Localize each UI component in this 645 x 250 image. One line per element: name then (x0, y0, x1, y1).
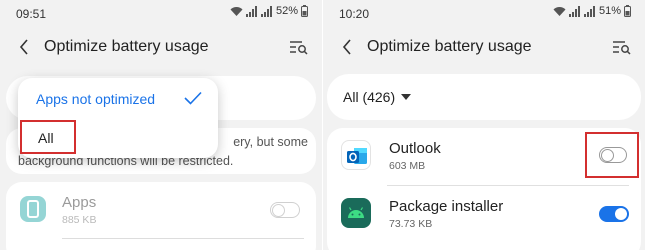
dropdown-option-all[interactable]: All (20, 120, 76, 154)
battery-percent: 51% (598, 5, 621, 17)
back-button[interactable] (335, 34, 359, 60)
filter-dropdown-button[interactable]: All (426) (343, 89, 412, 105)
app-name: Outlook (389, 140, 441, 157)
divider (62, 238, 304, 239)
back-arrow-icon (342, 39, 351, 55)
wifi-icon (553, 6, 566, 16)
signal-icon (245, 5, 257, 17)
app-bar: Optimize battery usage (323, 26, 645, 68)
back-arrow-icon (19, 39, 28, 55)
wifi-icon (230, 6, 243, 16)
list-item-package-installer[interactable]: Package installer 73.73 KB (327, 186, 641, 242)
search-list-icon (290, 41, 308, 55)
app-name: Package installer (389, 198, 504, 215)
search-list-icon (613, 41, 631, 55)
dropdown-option-apps-not-optimized[interactable]: Apps not optimized (18, 78, 218, 120)
back-button[interactable] (12, 34, 36, 60)
apps-list-card: Outlook 603 MB Package installer 73.73 K… (327, 128, 641, 250)
optimize-toggle[interactable] (599, 206, 629, 222)
list-item-outlook[interactable]: Outlook 603 MB (327, 128, 641, 184)
app-name: Apps (62, 194, 97, 211)
signal-icon (260, 5, 272, 17)
app-bar: Optimize battery usage (0, 26, 322, 68)
page-title: Optimize battery usage (44, 38, 209, 55)
status-time: 10:20 (339, 7, 370, 21)
battery-icon (624, 5, 631, 17)
optimize-toggle[interactable] (270, 202, 300, 218)
dropdown-option-label: All (38, 130, 54, 146)
status-bar: 10:20 51% (323, 0, 645, 26)
highlight-box (585, 132, 639, 178)
app-size: 885 KB (62, 214, 97, 226)
checkmark-icon (184, 91, 202, 105)
signal-icon (583, 5, 595, 17)
left-screen: 09:51 52% Optimize battery usage ery, bu… (0, 0, 322, 250)
app-size: 73.73 KB (389, 218, 433, 230)
status-bar: 09:51 52% (0, 0, 322, 26)
search-button[interactable] (286, 34, 312, 60)
dropdown-caret-icon (401, 94, 412, 100)
optimize-toggle[interactable] (599, 147, 627, 163)
outlook-icon (341, 140, 371, 170)
app-icon (20, 196, 46, 222)
apps-list-card: Apps 885 KB (6, 182, 316, 250)
battery-icon (301, 5, 308, 17)
signal-icon (568, 5, 580, 17)
search-button[interactable] (609, 34, 635, 60)
filter-dropdown-menu: Apps not optimized All (18, 78, 218, 158)
dropdown-option-label: Apps not optimized (36, 91, 156, 107)
filter-label: All (426) (343, 89, 396, 105)
page-title: Optimize battery usage (367, 38, 532, 55)
app-size: 603 MB (389, 160, 426, 172)
status-time: 09:51 (16, 7, 47, 21)
list-item[interactable]: Apps 885 KB (6, 182, 316, 238)
android-icon (341, 198, 371, 228)
filter-bar: All (426) (327, 74, 641, 120)
right-screen: 10:20 51% Optimize battery usage All (42… (323, 0, 645, 250)
battery-percent: 52% (275, 5, 298, 17)
